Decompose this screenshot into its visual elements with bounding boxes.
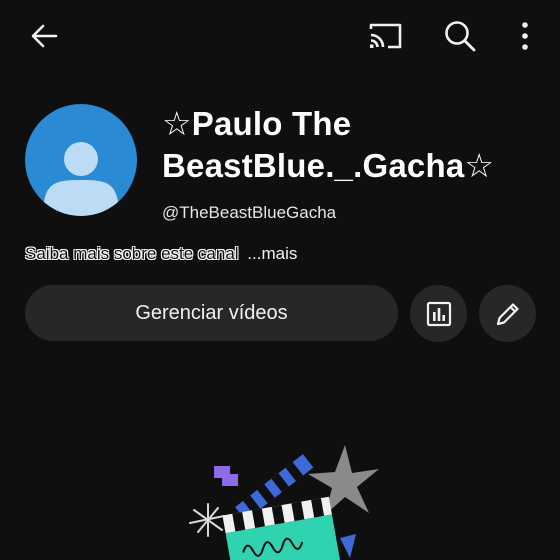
pencil-icon <box>496 302 519 325</box>
avatar[interactable] <box>25 104 137 216</box>
more-options-button[interactable] <box>503 14 547 58</box>
channel-name-line2: BeastBlue._.Gacha☆ <box>162 147 495 184</box>
clapperboard-illustration <box>189 445 379 560</box>
channel-description[interactable]: Saiba mais sobre este canal ...mais <box>25 243 297 265</box>
cast-icon <box>369 23 402 49</box>
empty-state-illustration <box>180 430 390 560</box>
channel-name-line1: ☆Paulo The <box>162 105 352 142</box>
channel-name: ☆Paulo The BeastBlue._.Gacha☆ <box>162 103 542 187</box>
channel-handle: @TheBeastBlueGacha <box>162 203 337 222</box>
search-icon <box>445 21 476 52</box>
top-app-bar <box>0 0 560 72</box>
analytics-button[interactable] <box>410 285 467 342</box>
back-button[interactable] <box>22 14 66 58</box>
about-text: Saiba mais sobre este canal <box>25 244 239 263</box>
edit-channel-button[interactable] <box>479 285 536 342</box>
cast-button[interactable] <box>363 14 407 58</box>
arrow-left-icon <box>31 24 58 48</box>
channel-page: ☆Paulo The BeastBlue._.Gacha☆ @TheBeastB… <box>0 0 560 560</box>
search-button[interactable] <box>438 14 482 58</box>
channel-header: ☆Paulo The BeastBlue._.Gacha☆ @TheBeastB… <box>0 90 560 230</box>
default-user-icon <box>43 142 119 216</box>
more-vertical-icon <box>522 22 528 50</box>
analytics-icon <box>426 301 451 326</box>
manage-videos-button[interactable]: Gerenciar vídeos <box>25 285 398 341</box>
more-link[interactable]: ...mais <box>247 244 297 263</box>
